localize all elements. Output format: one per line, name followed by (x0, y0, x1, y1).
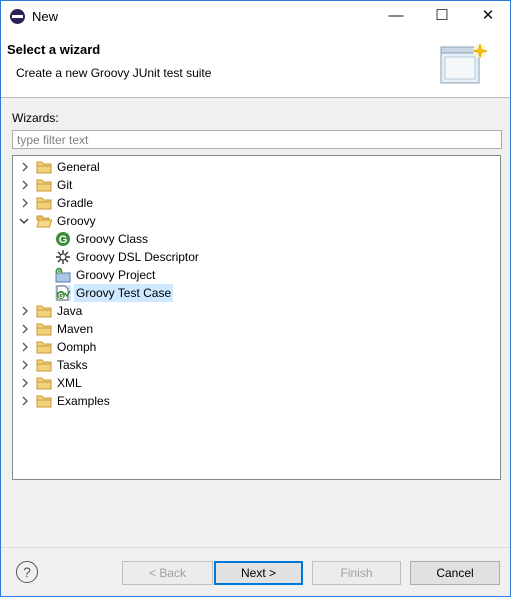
tree-item-oomph[interactable]: Oomph (13, 338, 498, 356)
tree-item-label: Groovy Test Case (74, 284, 174, 302)
wizards-label: Wizards: (12, 111, 59, 125)
back-button[interactable]: < Back (122, 561, 213, 585)
minimize-button[interactable]: — (373, 1, 419, 31)
dsl-descriptor-icon (56, 250, 70, 264)
tree-item-label: General (57, 160, 100, 174)
chevron-right-icon[interactable] (20, 359, 30, 371)
tree-item-groovy[interactable]: Groovy (13, 212, 498, 230)
chevron-right-icon[interactable] (20, 377, 30, 389)
svg-text:G: G (59, 234, 68, 246)
tree-item-tasks[interactable]: Tasks (13, 356, 498, 374)
wizard-description: Create a new Groovy JUnit test suite (16, 66, 212, 80)
wizard-header: Select a wizard Create a new Groovy JUni… (1, 31, 510, 98)
tree-item-groovy-dsl-descriptor[interactable]: Groovy DSL Descriptor (13, 248, 498, 266)
tree-item-xml[interactable]: XML (13, 374, 498, 392)
svg-text:G: G (58, 293, 64, 300)
tree-item-label: Groovy DSL Descriptor (76, 250, 199, 264)
chevron-right-icon[interactable] (20, 323, 30, 335)
chevron-right-icon[interactable] (20, 305, 30, 317)
chevron-right-icon[interactable] (20, 395, 30, 407)
tree-item-label: Git (57, 178, 73, 192)
groovy-test-case-icon: G (55, 285, 71, 301)
folder-icon (36, 323, 52, 336)
new-wizard-banner-icon (440, 43, 488, 84)
folder-icon (36, 341, 52, 354)
eclipse-icon (10, 9, 25, 24)
help-icon[interactable]: ? (16, 561, 38, 583)
tree-item-label: Gradle (57, 196, 94, 210)
svg-text:G: G (57, 269, 61, 275)
chevron-right-icon[interactable] (20, 341, 30, 353)
tree-item-label: Tasks (57, 358, 88, 372)
wizard-filter-input[interactable] (12, 130, 502, 149)
folder-icon (36, 377, 52, 390)
groovy-class-icon: G (56, 232, 70, 246)
tree-item-groovy-class[interactable]: G Groovy Class (13, 230, 498, 248)
window-title: New (32, 9, 59, 24)
folder-icon (36, 395, 52, 408)
chevron-right-icon[interactable] (20, 179, 30, 191)
tree-item-gradle[interactable]: Gradle (13, 194, 498, 212)
tree-item-label: Groovy Project (76, 268, 156, 282)
close-button[interactable]: ✕ (465, 1, 511, 31)
groovy-project-icon: G (55, 267, 71, 283)
tree-item-general[interactable]: General (13, 158, 498, 176)
tree-item-git[interactable]: Git (13, 176, 498, 194)
chevron-right-icon[interactable] (20, 197, 30, 209)
next-button[interactable]: Next > (214, 561, 303, 585)
chevron-right-icon[interactable] (20, 161, 30, 173)
tree-item-examples[interactable]: Examples (13, 392, 498, 410)
button-bar-separator (1, 547, 510, 548)
maximize-button[interactable]: ☐ (419, 1, 465, 31)
finish-button[interactable]: Finish (312, 561, 401, 585)
folder-icon (36, 305, 52, 318)
tree-item-groovy-test-case[interactable]: G Groovy Test Case (13, 284, 498, 302)
wizard-title: Select a wizard (7, 42, 101, 57)
folder-icon (36, 179, 52, 192)
tree-item-java[interactable]: Java (13, 302, 498, 320)
tree-item-maven[interactable]: Maven (13, 320, 498, 338)
chevron-down-icon[interactable] (19, 215, 29, 227)
tree-item-label: Java (57, 304, 83, 318)
tree-item-label: Maven (57, 322, 94, 336)
folder-icon (36, 359, 52, 372)
cancel-button[interactable]: Cancel (410, 561, 500, 585)
tree-item-label: Groovy (57, 214, 96, 228)
tree-item-label: Groovy Class (76, 232, 149, 246)
folder-icon (36, 161, 52, 174)
wizard-tree[interactable]: General Git Gradle Groovy G Groovy Class (12, 155, 501, 480)
folder-open-icon (36, 215, 52, 228)
tree-item-label: XML (57, 376, 82, 390)
new-wizard-dialog: New — ☐ ✕ Select a wizard Create a new G… (0, 0, 511, 597)
title-bar: New — ☐ ✕ (1, 1, 510, 31)
tree-item-label: Oomph (57, 340, 97, 354)
folder-icon (36, 197, 52, 210)
tree-item-groovy-project[interactable]: G Groovy Project (13, 266, 498, 284)
tree-item-label: Examples (57, 394, 110, 408)
